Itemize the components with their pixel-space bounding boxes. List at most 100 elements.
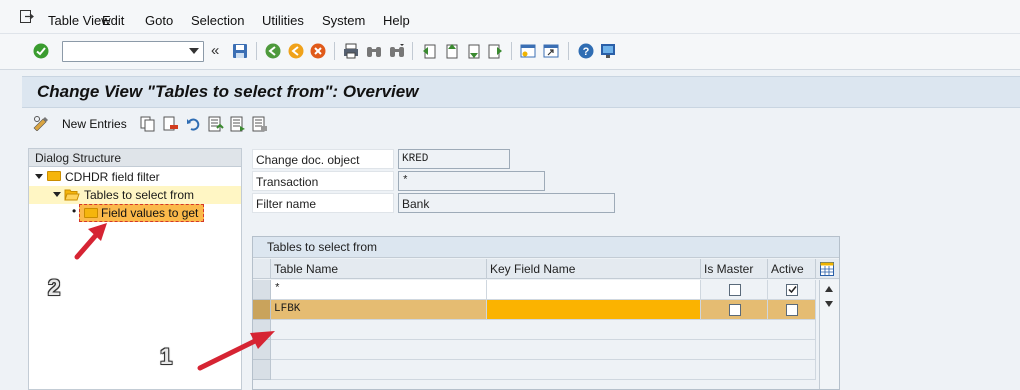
deselect-all-icon[interactable] [252, 116, 268, 132]
row-selector[interactable] [253, 320, 271, 340]
tree-node-label: CDHDR field filter [65, 170, 160, 184]
tables-to-select-from-table: Tables to select from Table Name Key Fie… [252, 236, 840, 390]
column-header-key-field-name[interactable]: Key Field Name [487, 259, 701, 279]
menu-bar: Table View Edit Goto Selection Utilities… [0, 0, 1020, 34]
display-change-icon[interactable] [32, 115, 50, 131]
new-entries-button[interactable]: New Entries [62, 117, 127, 131]
table-name-cell[interactable]: LFBK [271, 300, 487, 320]
tree-node-field-values-to-get[interactable]: • Field values to get [29, 204, 241, 222]
is-master-cell [701, 280, 768, 300]
menu-selection[interactable]: Selection [191, 13, 244, 28]
is-master-checkbox[interactable] [729, 304, 741, 316]
toolbar-separator [412, 42, 413, 60]
table-settings-icon [820, 262, 834, 276]
menu-system[interactable]: System [322, 13, 365, 28]
copy-as-icon[interactable] [140, 116, 156, 132]
tree-node-label: Tables to select from [84, 188, 195, 202]
enter-checkmark-icon[interactable] [32, 42, 50, 60]
menu-help[interactable]: Help [383, 13, 410, 28]
active-cell [768, 300, 816, 320]
undo-change-icon[interactable] [186, 116, 202, 132]
key-field-name-input[interactable] [487, 300, 701, 320]
key-field-name-input[interactable] [487, 280, 701, 300]
column-header-is-master[interactable]: Is Master [701, 259, 768, 279]
row-selector[interactable] [253, 280, 271, 300]
dialog-structure-header: Dialog Structure [29, 149, 241, 167]
table-row [271, 360, 816, 380]
menu-utilities[interactable]: Utilities [262, 13, 304, 28]
table-title: Tables to select from [253, 237, 839, 258]
exit-back-icon[interactable] [287, 42, 305, 60]
active-cell [768, 280, 816, 300]
help-icon[interactable]: ? [577, 42, 595, 60]
exit-icon[interactable] [20, 10, 34, 23]
table-settings-button[interactable] [816, 259, 839, 279]
screen-title-bar: Change View "Tables to select from": Ove… [22, 76, 1020, 108]
table-name-value: * [274, 283, 281, 295]
standard-toolbar: « ? [0, 34, 1020, 70]
menu-goto[interactable]: Goto [145, 13, 173, 28]
print-icon[interactable] [342, 42, 360, 60]
toolbar-separator [568, 42, 569, 60]
tree-node-label: Field values to get [101, 206, 199, 220]
change-doc-object-label: Change doc. object [252, 149, 394, 169]
back-icon[interactable] [264, 42, 282, 60]
tree-node-tables-to-select-from[interactable]: Tables to select from [29, 186, 241, 204]
toolbar-separator [511, 42, 512, 60]
transaction-label: Transaction [252, 171, 394, 191]
select-all-icon[interactable] [208, 116, 224, 132]
row-selector[interactable] [253, 340, 271, 360]
filter-name-label: Filter name [252, 193, 394, 213]
next-page-icon[interactable] [464, 42, 482, 60]
row-selector[interactable] [253, 360, 271, 380]
is-master-cell [701, 300, 768, 320]
chevron-down-icon[interactable] [189, 48, 199, 54]
annotation-marker-2: 2 [48, 275, 61, 300]
bullet-icon: • [72, 204, 77, 218]
table-row [271, 320, 816, 340]
table-name-cell[interactable]: * [271, 280, 487, 300]
open-folder-icon [64, 189, 80, 201]
collapse-icon[interactable]: « [211, 42, 219, 59]
row-selector[interactable] [253, 300, 271, 320]
is-master-checkbox[interactable] [729, 284, 741, 296]
create-session-icon[interactable] [519, 42, 537, 60]
menu-edit[interactable]: Edit [102, 13, 124, 28]
folder-icon [84, 208, 98, 218]
vertical-scrollbar[interactable] [819, 280, 839, 389]
customize-layout-icon[interactable] [599, 42, 617, 60]
table-row [271, 340, 816, 360]
folder-icon [47, 171, 61, 181]
column-header-table-name[interactable]: Table Name [271, 259, 487, 279]
tree-node-cdhdr-field-filter[interactable]: CDHDR field filter [29, 168, 241, 186]
change-doc-object-field: KRED [398, 149, 510, 169]
generate-shortcut-icon[interactable] [542, 42, 560, 60]
svg-text:?: ? [583, 46, 590, 58]
toolbar-separator [256, 42, 257, 60]
checkmark-icon [788, 286, 797, 294]
expand-triangle-icon[interactable] [53, 192, 61, 197]
page-title: Change View "Tables to select from": Ove… [37, 82, 419, 101]
expand-triangle-icon[interactable] [35, 174, 43, 179]
toolbar-separator [334, 42, 335, 60]
transaction-field: * [398, 171, 545, 191]
find-icon[interactable] [365, 42, 383, 60]
active-checkbox[interactable] [786, 304, 798, 316]
column-header-active[interactable]: Active [768, 259, 816, 279]
scroll-up-icon[interactable] [825, 286, 833, 292]
active-checkbox[interactable] [786, 284, 798, 296]
table-name-value: LFBK [274, 303, 301, 315]
scroll-down-icon[interactable] [825, 301, 833, 307]
find-next-icon[interactable] [388, 42, 406, 60]
first-page-icon[interactable] [420, 42, 438, 60]
filter-name-field: Bank [398, 193, 615, 213]
command-field[interactable] [62, 41, 204, 62]
select-all-rows-button[interactable] [253, 259, 271, 279]
cancel-icon[interactable] [309, 42, 327, 60]
last-page-icon[interactable] [486, 42, 504, 60]
dialog-structure-panel: Dialog Structure CDHDR field filter Tabl… [28, 148, 242, 390]
delete-icon[interactable] [163, 116, 179, 132]
save-icon[interactable] [231, 42, 249, 60]
previous-page-icon[interactable] [442, 42, 460, 60]
select-block-icon[interactable] [230, 116, 246, 132]
